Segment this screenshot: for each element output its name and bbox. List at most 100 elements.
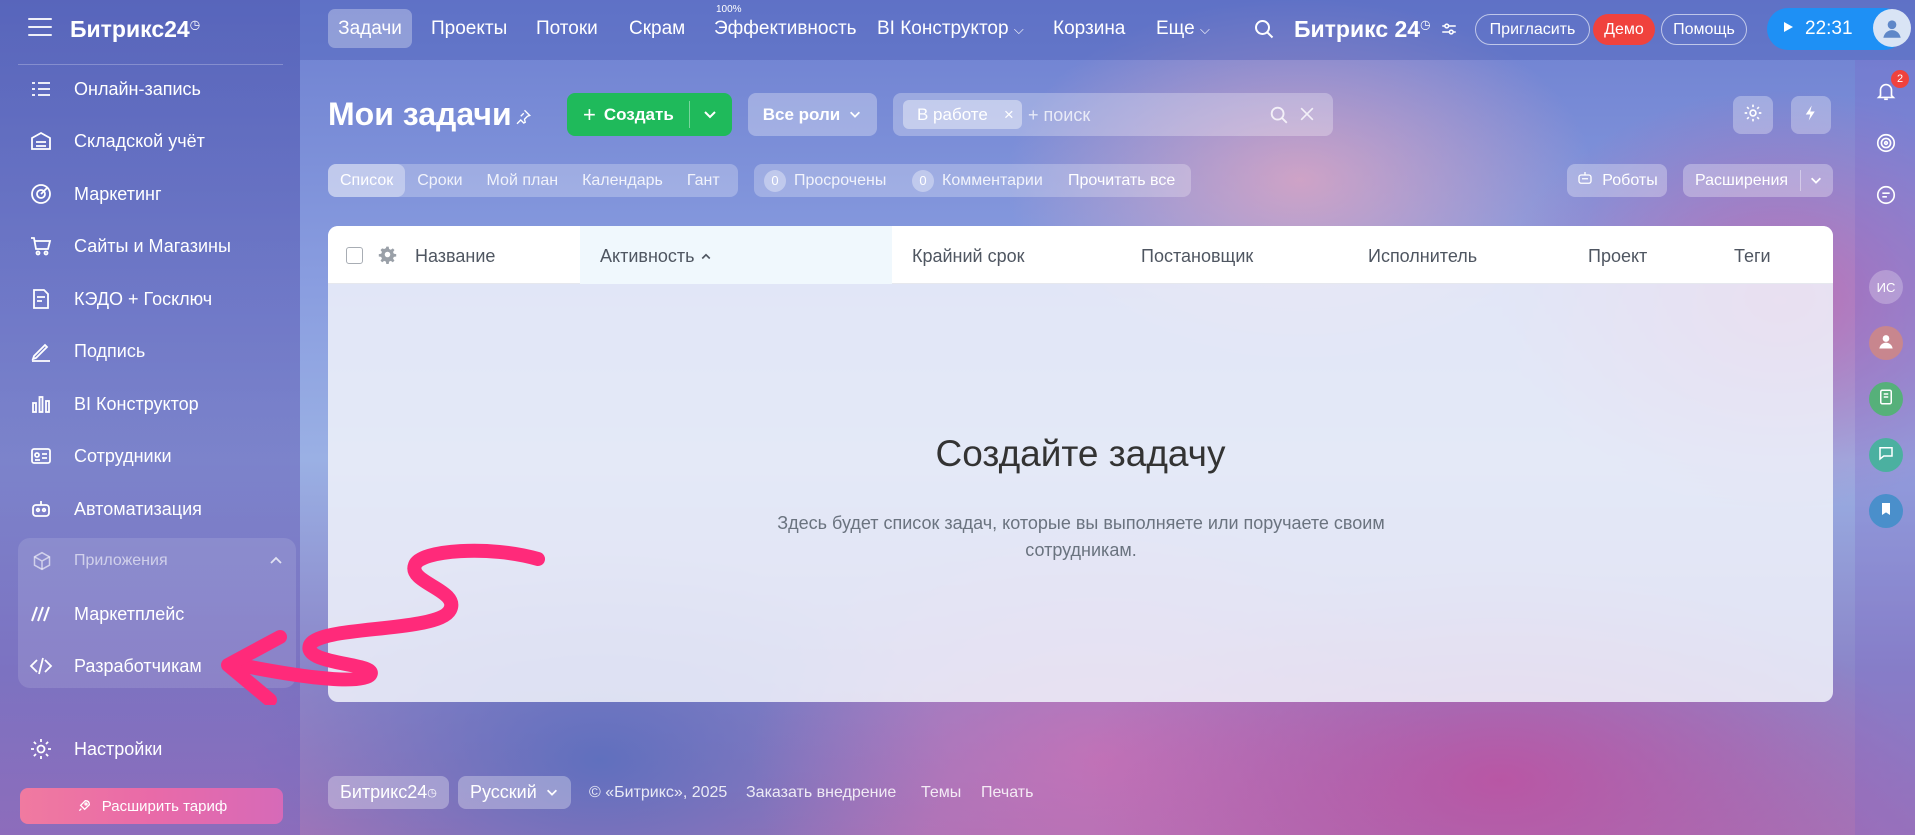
contact-avatar-initials[interactable]: ИС [1869,270,1903,304]
footer-link-print[interactable]: Печать [981,784,1033,802]
search-icon[interactable] [1268,104,1290,131]
select-all-checkbox[interactable] [346,247,363,264]
search-input[interactable] [1028,101,1258,129]
gear-icon [28,736,54,762]
column-assignee[interactable]: Исполнитель [1368,246,1477,267]
view-tab-gantt[interactable]: Гант [675,164,732,197]
document-sign-icon [28,286,54,312]
counter-comments[interactable]: 0 Комментарии [912,164,1043,197]
view-tab-deadlines[interactable]: Сроки [405,164,474,197]
id-card-icon [28,443,54,469]
sidebar-item-label: Сотрудники [74,445,172,466]
sidebar-item-signature[interactable]: Подпись [18,329,288,373]
contact-avatar-photo[interactable] [1869,326,1903,360]
counter-overdue[interactable]: 0 Просрочены [764,164,886,197]
sidebar-item-label: BI Конструктор [74,393,199,414]
filter-chip-in-progress[interactable]: В работе × [903,100,1022,129]
read-all-button[interactable]: Прочитать все [1068,164,1175,197]
notifications-count: 2 [1891,70,1909,88]
rocket-icon [76,798,92,814]
person-icon [1876,331,1896,356]
invite-button[interactable]: Пригласить [1475,14,1590,45]
top-nav-projects[interactable]: Проекты [431,18,507,40]
view-tab-list[interactable]: Список [328,164,406,197]
sidebar-item-automation[interactable]: Автоматизация [18,487,288,531]
column-deadline[interactable]: Крайний срок [912,246,1025,267]
demo-badge[interactable]: Демо [1593,14,1655,45]
table-header: Название Активность Крайний срок Постано… [328,226,1833,284]
top-nav-efficiency[interactable]: Эффективность [714,18,857,40]
sidebar-item-bi[interactable]: BI Конструктор [18,382,288,426]
create-task-button[interactable]: + Создать [567,93,732,136]
pin-icon[interactable] [514,108,532,131]
chevron-down-icon [848,106,862,126]
sidebar-item-warehouse[interactable]: Складской учёт [18,119,288,163]
top-nav-more[interactable]: Еще ⌵ [1156,18,1210,40]
rail-app-button-2[interactable] [1869,438,1903,472]
footer-brand-mark: ◷ [427,787,437,799]
target-rail-button[interactable] [1869,128,1903,162]
footer-brand-button[interactable]: Битрикс24 ◷ [328,776,449,809]
language-dropdown[interactable]: Русский [458,776,571,809]
top-nav-scrum[interactable]: Скрам [629,18,685,40]
search-icon[interactable] [1252,17,1276,46]
sidebar-item-kedo[interactable]: КЭДО + Госключ [18,277,288,321]
robots-button[interactable]: Роботы [1567,164,1667,197]
footer-link-themes[interactable]: Темы [921,784,961,802]
chevron-down-icon[interactable] [702,106,718,127]
sidebar-item-employees[interactable]: Сотрудники [18,434,288,478]
sidebar-item-settings[interactable]: Настройки [18,727,288,771]
chat-sync-icon [1875,184,1897,211]
upgrade-plan-label: Расширить тариф [101,797,228,815]
column-creator[interactable]: Постановщик [1141,246,1253,267]
extensions-dropdown[interactable]: Расширения [1683,164,1833,197]
settings-button[interactable] [1733,96,1773,134]
footer-link-order-implementation[interactable]: Заказать внедрение [746,784,896,802]
column-label: Активность [600,246,695,266]
upgrade-plan-button[interactable]: Расширить тариф [20,788,283,824]
top-nav-label: Еще [1156,18,1195,39]
sidebar-item-label: Складской учёт [74,130,205,151]
gear-icon[interactable] [378,245,397,269]
view-tab-calendar[interactable]: Календарь [570,164,675,197]
chevron-down-icon: ⌵ [1013,22,1024,37]
sidebar-logo[interactable]: Битрикс24◷ [70,16,200,43]
rail-app-button-3[interactable] [1869,494,1903,528]
menu-burger-icon[interactable] [28,18,52,38]
roles-dropdown[interactable]: Все роли [748,93,877,136]
clear-search-icon[interactable] [1297,104,1317,129]
top-nav-label: BI Конструктор [877,18,1009,39]
chevron-down-icon [545,783,559,804]
work-time: 22:31 [1805,18,1853,39]
code-icon [28,653,54,679]
rail-app-button-1[interactable] [1869,382,1903,416]
quick-actions-button[interactable] [1791,96,1831,134]
column-tags[interactable]: Теги [1734,246,1771,267]
user-avatar[interactable] [1873,9,1911,47]
footer-copyright: © «Битрикс», 2025 [589,784,728,801]
tasks-grid: Название Активность Крайний срок Постано… [328,226,1833,702]
sidebar-item-sites[interactable]: Сайты и Магазины [18,224,288,268]
sidebar-item-label: КЭДО + Госключ [74,288,213,309]
sidebar-item-online-booking[interactable]: Онлайн-запись [18,67,288,111]
top-nav-tasks[interactable]: Задачи [328,9,412,48]
top-nav-bi[interactable]: BI Конструктор ⌵ [877,18,1024,40]
filter-search-box[interactable]: В работе × [893,93,1333,136]
right-rail: 2 ИС [1855,60,1915,835]
sidebar-item-marketing[interactable]: Маркетинг [18,172,288,216]
column-name[interactable]: Название [415,246,495,267]
brand-logo[interactable]: Битрикс 24◷ [1294,16,1431,43]
column-project[interactable]: Проект [1588,246,1647,267]
chat-rail-button[interactable] [1869,180,1903,214]
help-button[interactable]: Помощь [1661,14,1747,45]
column-activity[interactable]: Активность [600,246,712,267]
sidebar-item-label: Онлайн-запись [74,78,201,99]
top-nav-flows[interactable]: Потоки [536,18,598,40]
empty-state-title: Создайте задачу [935,433,1226,474]
top-nav-trash[interactable]: Корзина [1053,18,1125,40]
sliders-icon[interactable] [1440,20,1458,43]
chevron-down-icon[interactable] [1809,173,1823,192]
counter-overdue-num: 0 [764,169,786,192]
close-icon[interactable]: × [1004,105,1014,125]
view-tab-my-plan[interactable]: Мой план [475,164,571,197]
